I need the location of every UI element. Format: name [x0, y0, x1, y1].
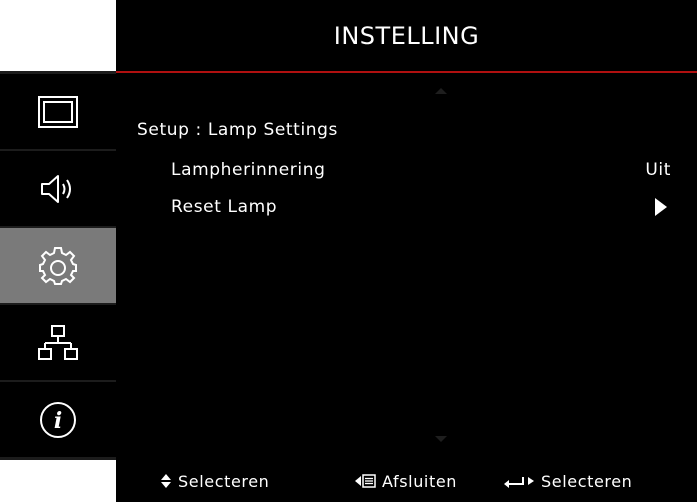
enter-arrow-icon: [504, 477, 534, 488]
osd-screen: INSTELLING i Setup: Lamp Settings Lamph…: [0, 0, 697, 502]
hint-exit: Afsluiten: [354, 460, 457, 502]
hint-label: Selecteren: [178, 471, 270, 491]
menu-title: INSTELLING: [333, 21, 480, 50]
row-value: Uit: [645, 160, 671, 180]
nav-item-network[interactable]: [0, 305, 116, 380]
nav-item-setup[interactable]: [0, 228, 116, 303]
triangle-right-icon: [655, 198, 667, 216]
menu-row-reset-lamp[interactable]: Reset Lamp: [171, 194, 671, 220]
nav-item-display[interactable]: [0, 74, 116, 149]
nav-item-info[interactable]: i: [0, 382, 116, 457]
info-icon: i: [40, 401, 76, 438]
scroll-up-icon[interactable]: [435, 88, 447, 94]
scroll-down-icon[interactable]: [435, 436, 447, 442]
display-icon: [38, 95, 78, 128]
network-icon: [38, 324, 78, 360]
hint-enter-select: Selecteren: [503, 460, 632, 502]
menu-header: INSTELLING: [116, 0, 697, 71]
breadcrumb: Setup : Lamp Settings: [137, 120, 338, 140]
row-label: Reset Lamp: [171, 197, 278, 217]
menu-content: Setup : Lamp Settings Lampherinnering Ui…: [116, 73, 697, 460]
hint-select-updown: Selecteren: [160, 460, 269, 502]
footer-hints: Selecteren Afsluiten Selecteren: [116, 460, 697, 502]
speaker-icon: [41, 174, 71, 203]
gear-icon: [39, 246, 77, 285]
hint-label: Afsluiten: [382, 471, 458, 491]
side-nav: i: [0, 71, 116, 460]
hint-label: Selecteren: [541, 471, 633, 491]
svg-text:i: i: [54, 408, 62, 434]
row-label: Lampherinnering: [171, 160, 326, 180]
nav-item-audio[interactable]: [0, 151, 116, 226]
menu-row-lampherinnering[interactable]: Lampherinnering Uit: [171, 157, 671, 183]
up-down-arrows-icon: [161, 474, 171, 488]
left-menu-icon: [355, 474, 376, 488]
